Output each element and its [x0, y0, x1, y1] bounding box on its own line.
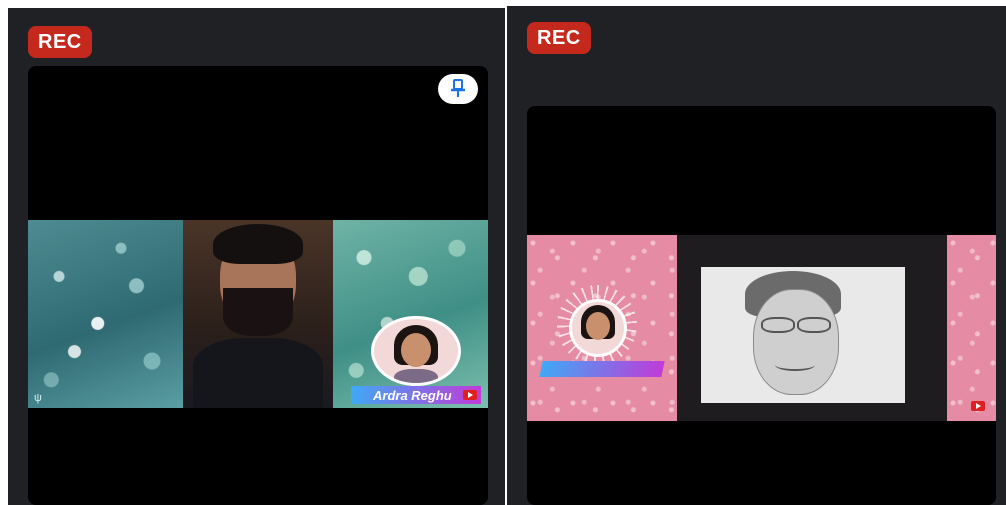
rec-badge: REC [527, 22, 591, 54]
stream-layout: ψ Ardra Reghu [28, 220, 488, 408]
pin-button[interactable] [438, 74, 478, 104]
background-left [527, 235, 677, 421]
video-tile[interactable] [527, 106, 996, 505]
youtube-icon [971, 401, 985, 411]
participant-avatar [569, 299, 627, 357]
participant-nametag: Ardra Reghu [351, 386, 481, 404]
corner-glyph: ψ [34, 392, 42, 404]
person-shirt [193, 338, 323, 408]
background-right: Ardra Reghu [333, 220, 488, 408]
youtube-icon [463, 390, 477, 400]
rec-badge: REC [28, 26, 92, 58]
pin-icon [451, 79, 465, 97]
pencil-sketch [701, 267, 905, 403]
stream-layout [527, 235, 996, 421]
participant-name: Ardra Reghu [373, 387, 452, 403]
participant-avatar [371, 316, 461, 386]
participant-nametag [539, 361, 665, 377]
right-panel: REC [507, 6, 1006, 505]
person-hair [213, 224, 303, 264]
background-right [947, 235, 996, 421]
camera-feed [183, 220, 333, 408]
shared-artwork [677, 235, 947, 421]
left-panel: REC ψ Ardra Reghu [8, 8, 505, 505]
video-tile[interactable]: ψ Ardra Reghu [28, 66, 488, 505]
background-left: ψ [28, 220, 183, 408]
person-beard [223, 288, 293, 336]
